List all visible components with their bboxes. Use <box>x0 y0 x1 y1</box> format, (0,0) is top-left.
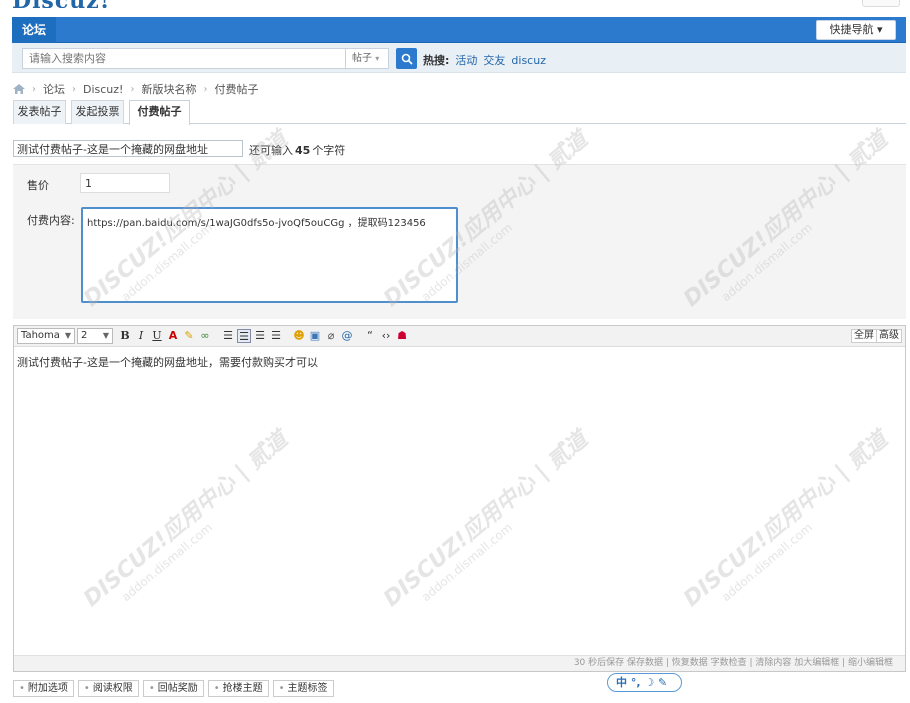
paid-content-label: 付费内容: <box>27 214 75 227</box>
option-extra[interactable]: • 附加选项 <box>13 680 74 697</box>
at-icon[interactable]: @ <box>340 329 354 343</box>
post-editor: Tahoma ▼ 2 ▼ B I U A ✎ ∞ ☰ ☰ ☰ ☰ ☻ ▣ ⌀ @ “… <box>13 325 906 672</box>
breadcrumb-item[interactable]: 新版块名称 <box>141 81 196 97</box>
bullet-icon: • <box>213 683 220 694</box>
code-icon[interactable]: ‹› <box>379 329 393 343</box>
font-family-value: Tahoma <box>21 330 60 341</box>
breadcrumb: › 论坛 › Discuz! › 新版块名称 › 付费帖子 <box>13 81 258 97</box>
chevron-down-icon: ▼ <box>102 331 109 340</box>
quote-icon[interactable]: “ <box>363 329 377 343</box>
char-count-suffix: 个字符 <box>312 144 346 157</box>
option-reply-reward[interactable]: • 回帖奖励 <box>142 680 204 697</box>
editor-status-bar: 30 秒后保存 保存数据 | 恢复数据 字数检查 | 清除内容 加大编辑框 | … <box>14 655 905 671</box>
option-label: 抢楼主题 <box>222 683 263 694</box>
option-tags[interactable]: • 主题标签 <box>272 680 334 697</box>
bullet-icon: • <box>148 683 155 694</box>
search-icon <box>401 53 413 65</box>
price-label: 售价 <box>27 179 49 192</box>
more-icon[interactable]: ☗ <box>395 329 409 343</box>
chevron-down-icon: ▾ <box>375 54 380 63</box>
subject-input[interactable] <box>13 140 243 157</box>
bullet-icon: • <box>83 683 90 694</box>
tab-new-poll[interactable]: 发起投票 <box>71 100 124 124</box>
breadcrumb-separator: › <box>32 83 36 95</box>
breadcrumb-separator: › <box>72 83 76 95</box>
char-count-prefix: 还可输入 <box>249 144 293 157</box>
hot-item-2[interactable]: discuz <box>511 54 546 67</box>
breadcrumb-separator: › <box>130 83 135 95</box>
italic-icon[interactable]: I <box>134 329 148 343</box>
char-count-value: 45 <box>295 144 311 157</box>
attachment-icon[interactable]: ⌀ <box>324 329 338 343</box>
nav-tab-forum[interactable]: 论坛 <box>12 17 57 43</box>
option-floor-grab[interactable]: • 抢楼主题 <box>207 680 269 697</box>
bullet-icon: • <box>278 683 285 694</box>
top-right-button[interactable] <box>862 0 900 7</box>
hot-item-1[interactable]: 交友 <box>483 54 505 67</box>
link-icon[interactable]: ∞ <box>198 329 212 343</box>
option-read-permission[interactable]: • 阅读权限 <box>77 680 139 697</box>
align-left-active-icon[interactable]: ☰ <box>237 329 251 343</box>
align-left-icon[interactable]: ☰ <box>221 329 235 343</box>
breadcrumb-item[interactable]: 论坛 <box>43 81 65 97</box>
fullscreen-button[interactable]: 全屏 <box>851 329 877 343</box>
breadcrumb-separator: › <box>203 83 208 95</box>
search-button[interactable] <box>396 48 417 69</box>
home-icon[interactable] <box>13 84 25 94</box>
main-navbar: 论坛 快捷导航 ▾ <box>12 17 906 43</box>
align-center-icon[interactable]: ☰ <box>253 329 267 343</box>
font-size-value: 2 <box>81 330 88 341</box>
align-right-icon[interactable]: ☰ <box>269 329 283 343</box>
chevron-down-icon: ▼ <box>64 331 71 340</box>
advanced-button[interactable]: 高级 <box>876 329 902 343</box>
hot-item-0[interactable]: 活动 <box>455 54 477 67</box>
hot-search-label: 热搜: <box>423 54 450 67</box>
highlight-icon[interactable]: ✎ <box>182 329 196 343</box>
image-icon[interactable]: ▣ <box>308 329 322 343</box>
search-type-label: 帖子 <box>352 53 372 64</box>
paid-content-panel: 售价 付费内容: https://pan.baidu.com/s/1waJG0d… <box>13 164 906 319</box>
search-bar: 帖子 ▾ 热搜: 活动交友 discuz <box>12 43 906 73</box>
price-input[interactable] <box>80 173 170 193</box>
font-size-select[interactable]: 2 ▼ <box>77 328 113 344</box>
search-type-select[interactable]: 帖子 ▾ <box>345 48 389 69</box>
option-label: 附加选项 <box>27 683 68 694</box>
breadcrumb-item-current: 付费帖子 <box>214 83 259 96</box>
breadcrumb-item[interactable]: Discuz! <box>83 83 123 96</box>
editor-status-text[interactable]: 30 秒后保存 保存数据 | 恢复数据 字数检查 | 清除内容 加大编辑框 | … <box>574 658 893 668</box>
search-input[interactable] <box>22 48 345 69</box>
option-label: 回帖奖励 <box>157 683 198 694</box>
tab-paid-post[interactable]: 付费帖子 <box>129 100 190 125</box>
hot-search: 热搜: 活动 交友 discuz <box>423 52 546 68</box>
tab-new-post[interactable]: 发表帖子 <box>13 100 66 124</box>
underline-icon[interactable]: U <box>150 329 164 343</box>
post-type-tabs: 发表帖子 发起投票 付费帖子 <box>13 100 906 125</box>
option-label: 阅读权限 <box>92 683 133 694</box>
option-label: 主题标签 <box>287 683 328 694</box>
bold-icon[interactable]: B <box>118 329 132 343</box>
bullet-icon: • <box>19 683 25 694</box>
font-color-icon[interactable]: A <box>166 329 180 343</box>
smiley-icon[interactable]: ☻ <box>292 329 306 343</box>
post-options: • 附加选项 • 阅读权限 • 回帖奖励 • 抢楼主题 • 主题标签 <box>13 680 338 697</box>
editor-toolbar: Tahoma ▼ 2 ▼ B I U A ✎ ∞ ☰ ☰ ☰ ☰ ☻ ▣ ⌀ @ “… <box>14 326 905 347</box>
discuz-logo[interactable]: Discuz! <box>12 0 110 8</box>
editor-content[interactable]: 测试付费帖子-这是一个掩藏的网盘地址，需要付款购买才可以 <box>17 354 318 370</box>
font-family-select[interactable]: Tahoma ▼ <box>17 328 75 344</box>
paid-content-textarea[interactable]: https://pan.baidu.com/s/1waJG0dfs5o-jvoQ… <box>81 207 458 303</box>
ime-toolbar[interactable]: 中 °, ☽ ✎ <box>607 673 682 692</box>
quick-nav-button[interactable]: 快捷导航 ▾ <box>816 20 896 40</box>
char-count: 还可输入 45 个字符 <box>249 142 345 158</box>
